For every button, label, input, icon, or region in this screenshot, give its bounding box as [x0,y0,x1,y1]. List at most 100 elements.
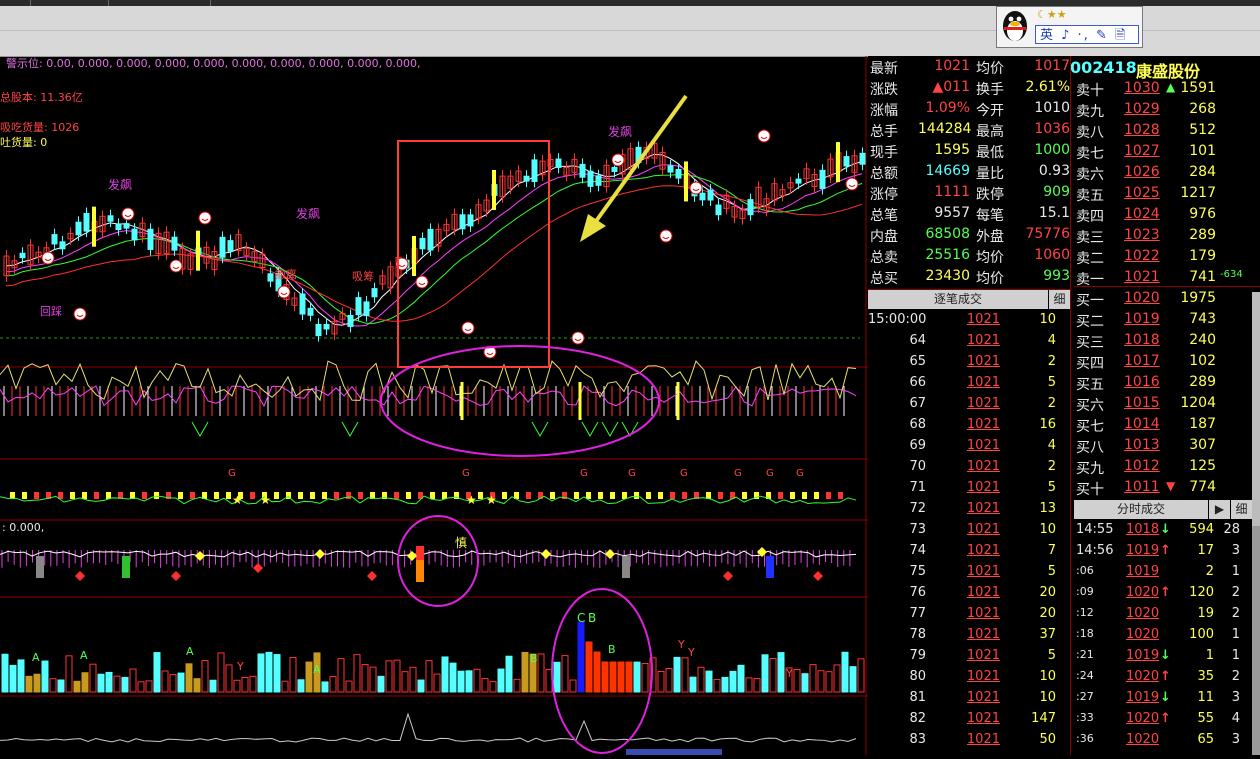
indicator-block [634,492,639,499]
minute-time: 14:55 [1076,522,1114,537]
candle-body [219,236,226,258]
right-info-panel: 最新 1021 均价 1017 涨跌 ▲011 换手 2.61% 涨幅 1.09% … [868,56,1260,755]
volume-bar [849,666,857,693]
quote-label: 内盘 [870,229,898,245]
tick-time: 75 [909,564,926,579]
up-arrow-icon: ↑ [1160,585,1171,600]
volume-bar [193,678,201,693]
tick-time: 71 [909,480,926,495]
ask-row[interactable]: 卖五 1025 1217 [1074,185,1260,206]
volume-bar [225,664,233,693]
bid-row[interactable]: 买四 1017 102 [1074,353,1260,374]
candle-body [227,240,234,252]
volume-bar [65,655,73,693]
order-price: 1015 [1124,395,1160,411]
ask-row[interactable]: 卖二 1022 179 [1074,248,1260,269]
volume-bar [825,671,833,693]
quote-value: 1017 [1034,58,1070,74]
g-label: G [680,468,688,479]
volume-bar [161,670,169,693]
ask-row[interactable]: 卖三 1023 289 [1074,227,1260,248]
diamond-marker [723,571,733,581]
kline-chart-area[interactable]: G G G G G G G G ★ ★ ★ ★ 警示位: 0.00, 0.000, 0.000, 0.… [0,56,868,755]
smiley-marker [415,275,429,289]
kline-chart[interactable]: G G G G G G G G ★ ★ ★ ★ 警示位: 0.00, 0.000, 0.000, 0.… [0,56,868,755]
tick-volume: 10 [1039,312,1056,327]
time-scrollbar[interactable] [626,749,722,755]
quote-value: 909 [1043,184,1070,200]
bid-row[interactable]: 买六 1015 1204 [1074,395,1260,416]
order-price: 1013 [1124,437,1160,453]
tick-time: 67 [909,396,926,411]
stock-name: 康盛股份 [1136,62,1201,81]
volume-bar [729,670,737,693]
annotation-fabiao-3: 发飙 [608,124,632,139]
tick-time: 78 [909,627,926,642]
minute-price: 1020 [1126,585,1160,600]
candle-body [699,192,706,201]
minute-scrollbar[interactable] [1252,526,1260,755]
ask-row[interactable]: 卖八 1028 512 [1074,122,1260,143]
ask-row[interactable]: 卖十 1030 ▲ 1591 [1074,80,1260,101]
bid-row[interactable]: 买七 1014 187 [1074,416,1260,437]
tick-volume: 10 [1039,522,1056,537]
quote-value: 0.93 [1038,163,1070,179]
candle-body [147,228,154,250]
candle-body [267,273,274,282]
indicator-block [190,492,195,499]
volume-bar [305,661,313,693]
green-v-marker [581,421,599,438]
vol-marker-y-4: Y [785,667,793,680]
candle-body [371,288,378,298]
tick-volume: 10 [1039,669,1056,684]
bid-row[interactable]: 买八 1013 307 [1074,437,1260,458]
ask-row[interactable]: 卖七 1027 101 [1074,143,1260,164]
qq-input-toolbar[interactable]: ☾★★ 英 ♪ ·, ✎ 🗎 [996,6,1143,48]
volume-bar [625,661,633,693]
up-arrow-icon: ↑ [1160,543,1171,558]
indicator-block [478,492,483,499]
tick-detail-button[interactable]: 细 [1049,290,1070,309]
detail-icon[interactable]: 细 [1231,500,1252,519]
bid-row[interactable]: 买二 1019 743 [1074,311,1260,332]
order-level-label: 买八 [1076,440,1104,456]
volume-bar [33,673,41,693]
volume-bar [97,673,105,693]
bid-row[interactable]: 买三 1018 240 [1074,332,1260,353]
volume-bar [249,675,257,693]
volume-bar [561,655,569,693]
ask-row[interactable]: 卖九 1029 268 [1074,101,1260,122]
volume-bar [809,664,817,693]
minute-price: 1020 [1126,669,1160,684]
tick-volume: 20 [1039,585,1056,600]
volume-bar [753,678,761,693]
minute-row: :12 1020 19 2 [1074,606,1260,627]
tick-price: 1021 [966,690,1000,705]
candle-body [587,170,594,187]
bid-row[interactable]: 买十 1011 ▼ 774 [1074,479,1260,500]
ask-row[interactable]: 卖四 1024 976 [1074,206,1260,227]
bid-row[interactable]: 买五 1016 289 [1074,374,1260,395]
play-icon[interactable]: ▶ [1209,500,1230,519]
volume-bar [105,671,113,693]
smiley-marker [845,177,859,191]
tick-price: 1021 [966,354,1000,369]
volume-bar [401,671,409,693]
order-delta: -634 [1220,269,1243,280]
indicator-block [550,492,555,499]
volume-bar [441,656,449,693]
bid-row[interactable]: 买九 1012 125 [1074,458,1260,479]
minute-count: 3 [1231,732,1240,747]
qq-input-method-bar[interactable]: 英 ♪ ·, ✎ 🗎 [1035,25,1139,44]
candle-body [299,293,306,315]
ask-row[interactable]: 卖六 1026 284 [1074,164,1260,185]
quote-value: 1010 [1034,100,1070,116]
volume-bar [289,657,297,693]
vol-marker-a-4: A [313,663,321,676]
candle-body [715,204,722,216]
tick-price: 1021 [966,438,1000,453]
diamond-marker [813,571,823,581]
indicator-block [406,492,411,499]
bid-row[interactable]: 买一 1020 1975 [1074,290,1260,311]
indicator-block [802,492,807,499]
